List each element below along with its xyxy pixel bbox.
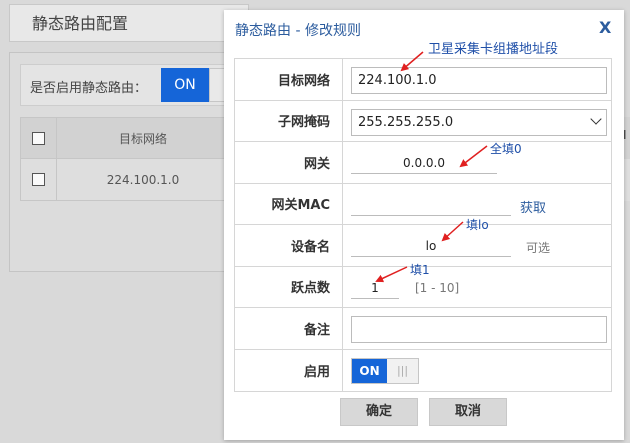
rule-form: 目标网络 224.100.1.0 子网掩码 255.255.255.0 网关 0… [234, 58, 612, 392]
row-checkbox[interactable] [32, 173, 45, 186]
toggle-off[interactable]: ||| [387, 358, 418, 383]
enable-toggle[interactable]: ON ||| [351, 357, 419, 384]
route-table: 目标网络 224.100.1.0 [20, 117, 230, 201]
dialog-title: 静态路由 - 修改规则 [235, 23, 361, 39]
annotation-hop: 填1 [410, 263, 430, 277]
row-enable: 启用 ON ||| [235, 349, 611, 391]
device-label: 设备名 [235, 225, 343, 266]
dest-input[interactable]: 224.100.1.0 [351, 67, 607, 94]
cancel-button[interactable]: 取消 [429, 398, 507, 426]
enable-label: 是否启用静态路由： [30, 81, 148, 96]
mask-select[interactable]: 255.255.255.0 [351, 108, 607, 136]
row-gateway: 网关 0.0.0.0 [235, 142, 611, 184]
table-cell-dest: 224.100.1.0 [106, 172, 180, 187]
table-header-row: 目标网络 [20, 117, 230, 159]
enable-on-button[interactable]: ON [161, 68, 209, 102]
edit-rule-dialog: 静态路由 - 修改规则 X 目标网络 224.100.1.0 子网掩码 255.… [224, 10, 624, 440]
close-icon[interactable]: X [599, 18, 611, 37]
gateway-input[interactable]: 0.0.0.0 [351, 152, 497, 174]
fetch-mac-link[interactable]: 获取 [520, 197, 546, 216]
mask-select-value: 255.255.255.0 [358, 114, 454, 130]
chevron-down-icon [590, 112, 602, 125]
ok-button[interactable]: 确定 [340, 398, 418, 426]
row-note: 备注 [235, 308, 611, 350]
table-header-dest: 目标网络 [118, 131, 167, 146]
hop-input[interactable]: 1 [351, 277, 399, 299]
annotation-gateway: 全填0 [490, 142, 522, 156]
gwmac-input[interactable] [351, 194, 511, 216]
dest-label: 目标网络 [235, 59, 343, 100]
note-label: 备注 [235, 308, 343, 349]
gwmac-label: 网关MAC [235, 183, 343, 224]
gateway-label: 网关 [235, 142, 343, 183]
hop-label: 跃点数 [235, 266, 343, 307]
device-hint: 可选 [526, 241, 551, 255]
annotation-device: 填lo [466, 218, 489, 232]
mask-label: 子网掩码 [235, 100, 343, 141]
row-dest: 目标网络 224.100.1.0 [235, 59, 611, 101]
hop-range: [1 - 10] [415, 280, 460, 295]
enable-rule-label: 启用 [235, 349, 343, 391]
select-all-checkbox[interactable] [32, 131, 45, 145]
row-gwmac: 网关MAC 获取 [235, 183, 611, 225]
table-row[interactable]: 224.100.1.0 [20, 159, 230, 201]
note-input[interactable] [351, 316, 607, 343]
device-input[interactable]: lo [351, 235, 511, 257]
annotation-dest: 卫星采集卡组播地址段 [428, 42, 559, 57]
row-mask: 子网掩码 255.255.255.0 [235, 100, 611, 142]
page-title: 静态路由配置 [9, 4, 249, 42]
toggle-on[interactable]: ON [352, 358, 387, 383]
